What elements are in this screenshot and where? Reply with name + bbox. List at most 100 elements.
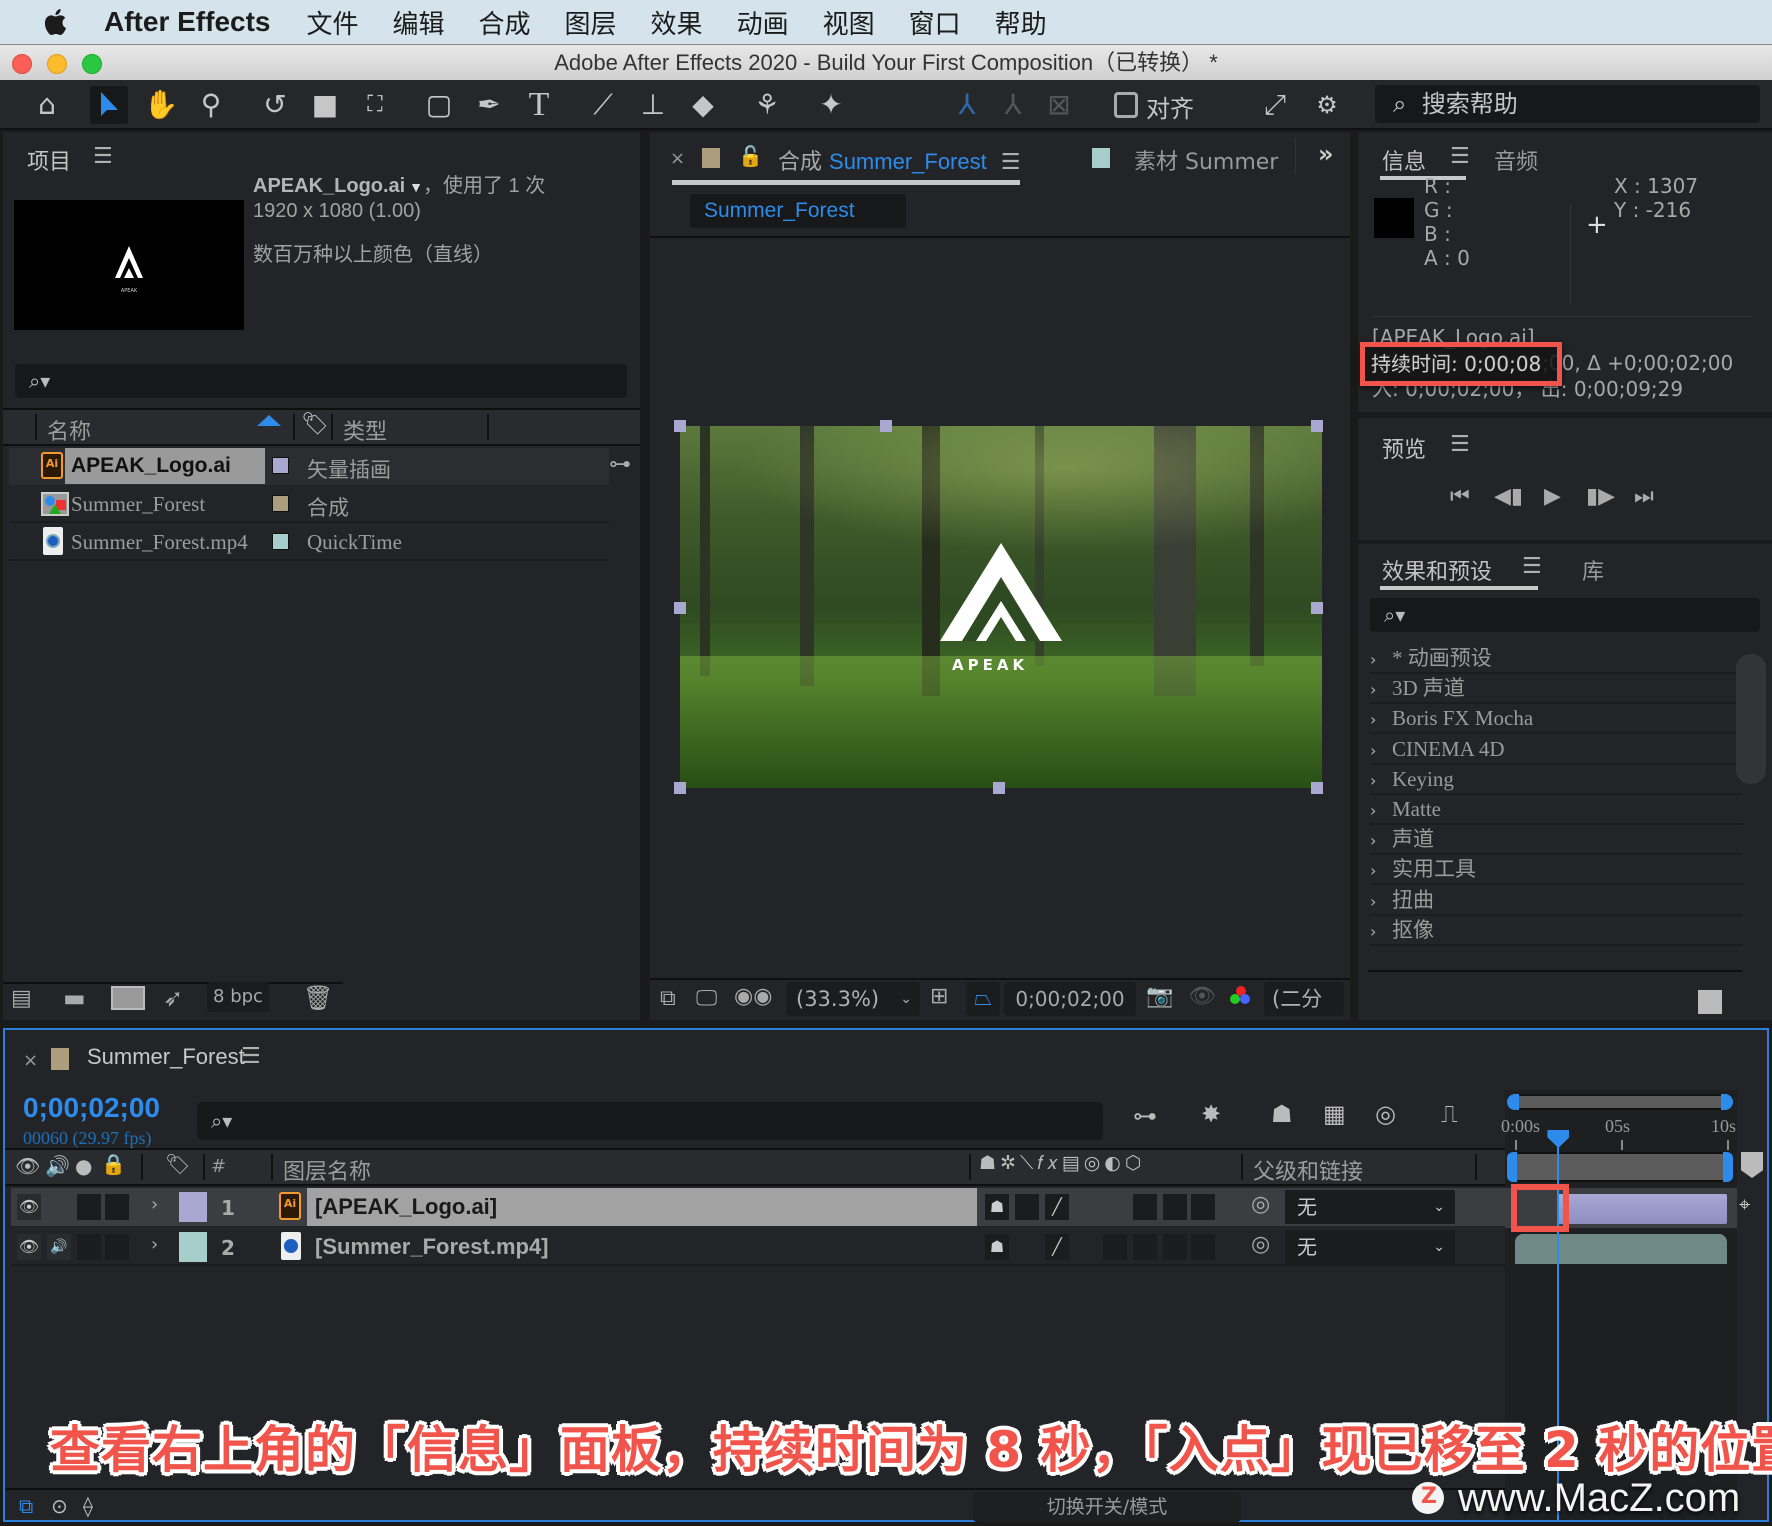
label-color-swatch[interactable] xyxy=(272,533,289,550)
adjustment-switch[interactable] xyxy=(1163,1194,1187,1220)
view-axis-icon[interactable]: ⊠ xyxy=(1040,86,1078,124)
column-parent-link[interactable]: 父级和链接 xyxy=(1253,1154,1363,1186)
interpret-footage-icon[interactable]: ▤ xyxy=(11,986,32,1011)
layer-name[interactable]: [Summer_Forest.mp4] xyxy=(315,1234,549,1260)
timeline-current-time[interactable]: 0;00;02;00 xyxy=(23,1092,160,1124)
item-name[interactable]: Summer_Forest.mp4 xyxy=(71,530,248,555)
local-axis-icon[interactable]: ⅄ xyxy=(948,86,986,124)
rectangle-tool-icon[interactable]: ▢ xyxy=(420,86,458,124)
work-area-end-handle[interactable] xyxy=(1723,1152,1733,1182)
transform-handle[interactable] xyxy=(1311,420,1323,432)
transform-handle[interactable] xyxy=(1311,602,1323,614)
shy-switch[interactable]: ☗ xyxy=(985,1194,1009,1220)
effects-category-item[interactable]: › Matte xyxy=(1370,793,1743,825)
pick-whip-icon[interactable]: ◎ xyxy=(1251,1192,1270,1217)
clone-stamp-tool-icon[interactable]: ⊥ xyxy=(634,86,672,124)
transform-handle[interactable] xyxy=(674,602,686,614)
layer-duration-bar[interactable] xyxy=(1515,1234,1727,1264)
mask-visibility-icon[interactable]: ⏢ xyxy=(966,982,1000,1016)
menu-animation[interactable]: 动画 xyxy=(737,4,789,41)
effects-category-item[interactable]: › CINEMA 4D xyxy=(1370,733,1743,765)
timeline-layer-row[interactable]: 👁 › 1 Ai [APEAK_Logo.ai] ☗ ╱ ◎ 无 ⌄ xyxy=(11,1188,1511,1226)
first-frame-icon[interactable]: ⏮ xyxy=(1450,484,1470,509)
audio-speaker-icon[interactable]: 🔊 xyxy=(47,1234,71,1260)
transform-handle[interactable] xyxy=(880,420,892,432)
column-number[interactable]: # xyxy=(211,1156,226,1177)
tab-info[interactable]: 信息 xyxy=(1382,144,1426,176)
world-axis-icon[interactable]: ⅄ xyxy=(994,86,1032,124)
previous-frame-icon[interactable]: ◀▮ xyxy=(1494,484,1523,509)
new-preset-icon[interactable] xyxy=(1698,990,1722,1014)
puppet-pin-tool-icon[interactable]: ✦ xyxy=(812,86,850,124)
timeline-layer-row[interactable]: 👁 🔊 › 2 [Summer_Forest.mp4] ☗ ╱ ◎ 无 ⌄ xyxy=(11,1228,1511,1266)
work-area-bar[interactable] xyxy=(1507,1152,1733,1182)
panel-menu-icon[interactable]: ☰ xyxy=(241,1044,261,1069)
panel-menu-icon[interactable]: ☰ xyxy=(93,144,113,169)
project-item-row[interactable]: Summer_Forest 合成 xyxy=(9,486,609,523)
align-checkbox[interactable] xyxy=(1114,92,1138,118)
snapshot-icon[interactable]: 📷 xyxy=(1146,984,1173,1009)
apple-logo-icon[interactable] xyxy=(42,7,72,37)
effects-category-item[interactable]: › 3D 声道 xyxy=(1370,672,1743,705)
layer-name[interactable]: [APEAK_Logo.ai] xyxy=(307,1188,977,1226)
tab-audio[interactable]: 音频 xyxy=(1494,144,1538,176)
expand-chevron-icon[interactable]: › xyxy=(151,1234,158,1255)
dropdown-arrow-icon[interactable]: ▼ xyxy=(405,179,423,195)
visibility-eye-icon[interactable]: 👁 xyxy=(17,1194,41,1220)
current-time-display[interactable]: 0;00;02;00 xyxy=(1004,982,1136,1016)
adjustment-switch[interactable] xyxy=(1163,1234,1187,1260)
effects-category-item[interactable]: › 声道 xyxy=(1370,823,1743,856)
play-icon[interactable]: ▶ xyxy=(1544,484,1561,509)
pick-whip-icon[interactable]: ◎ xyxy=(1251,1232,1270,1257)
draft-3d-icon[interactable]: ✸ xyxy=(1201,1100,1221,1128)
panel-menu-icon[interactable]: ☰ xyxy=(1450,144,1470,169)
zoom-tool-icon[interactable]: ⚲ xyxy=(192,86,230,124)
close-tab-icon[interactable]: × xyxy=(23,1050,38,1071)
effects-switch[interactable] xyxy=(1103,1234,1127,1260)
show-snapshot-icon[interactable]: 👁 xyxy=(1188,984,1216,1009)
motion-blur-icon[interactable]: ◎ xyxy=(1375,1100,1396,1128)
video-toggle-icon[interactable]: 👁 xyxy=(15,1154,40,1178)
visibility-eye-icon[interactable]: 👁 xyxy=(17,1234,41,1260)
navigator-start-handle[interactable] xyxy=(1507,1094,1519,1110)
tab-library[interactable]: 库 xyxy=(1582,554,1604,586)
minimize-window-button[interactable] xyxy=(47,54,67,74)
label-tag-icon[interactable]: 🏷 xyxy=(165,1152,190,1176)
more-tabs-icon[interactable]: » xyxy=(1318,140,1334,168)
resolution-dropdown[interactable]: (二分 xyxy=(1264,982,1344,1016)
menu-composition[interactable]: 合成 xyxy=(479,4,531,41)
item-name[interactable]: Summer_Forest xyxy=(71,492,205,517)
layer-label-color[interactable] xyxy=(179,1192,207,1222)
vr-icon[interactable]: ◉◉ xyxy=(734,984,772,1009)
transform-handle[interactable] xyxy=(1311,782,1323,794)
render-queue-icon[interactable]: ➶ xyxy=(163,984,183,1012)
menu-effect[interactable]: 效果 xyxy=(651,4,703,41)
column-type[interactable]: 类型 xyxy=(343,414,387,446)
help-search-input[interactable]: ⌕ 搜索帮助 xyxy=(1375,85,1760,123)
in-out-toggle-icon[interactable]: ⟠ xyxy=(83,1494,93,1518)
timeline-comp-tab[interactable]: Summer_Forest xyxy=(87,1044,245,1070)
menu-edit[interactable]: 编辑 xyxy=(393,4,445,41)
panel-menu-icon[interactable]: ☰ xyxy=(1522,554,1542,579)
lock-icon[interactable]: 🔒 xyxy=(101,1152,126,1176)
project-search-input[interactable]: ⌕▾ xyxy=(15,364,627,398)
tab-effects-presets[interactable]: 效果和预设 xyxy=(1382,554,1492,586)
last-frame-icon[interactable]: ⏭ xyxy=(1634,484,1654,509)
toggle-switches-modes-button[interactable]: 切换开关/模式 xyxy=(973,1492,1241,1522)
new-composition-icon[interactable] xyxy=(111,986,145,1010)
frame-blending-icon[interactable]: ▦ xyxy=(1323,1100,1346,1128)
solo-switch[interactable] xyxy=(77,1194,101,1220)
camera-tool-icon[interactable]: ■ xyxy=(306,86,344,124)
time-ruler[interactable]: 0:00s 05s 10s xyxy=(1501,1116,1737,1152)
channel-icon[interactable] xyxy=(1230,986,1252,1008)
layer-label-color[interactable] xyxy=(179,1232,207,1262)
pan-behind-tool-icon[interactable]: ⛶ xyxy=(356,86,394,124)
panel-menu-icon[interactable]: ☰ xyxy=(994,150,1021,175)
quality-switch[interactable]: ╱ xyxy=(1045,1194,1069,1220)
parent-dropdown[interactable]: 无 ⌄ xyxy=(1285,1230,1455,1264)
next-frame-icon[interactable]: ▮▶ xyxy=(1586,484,1615,509)
work-area-start-handle[interactable] xyxy=(1507,1152,1517,1182)
apeak-logo-icon[interactable] xyxy=(936,541,1066,641)
workspace-settings-icon[interactable]: ⚙ xyxy=(1308,86,1346,124)
selected-item-name[interactable]: APEAK_Logo.ai xyxy=(253,175,405,197)
